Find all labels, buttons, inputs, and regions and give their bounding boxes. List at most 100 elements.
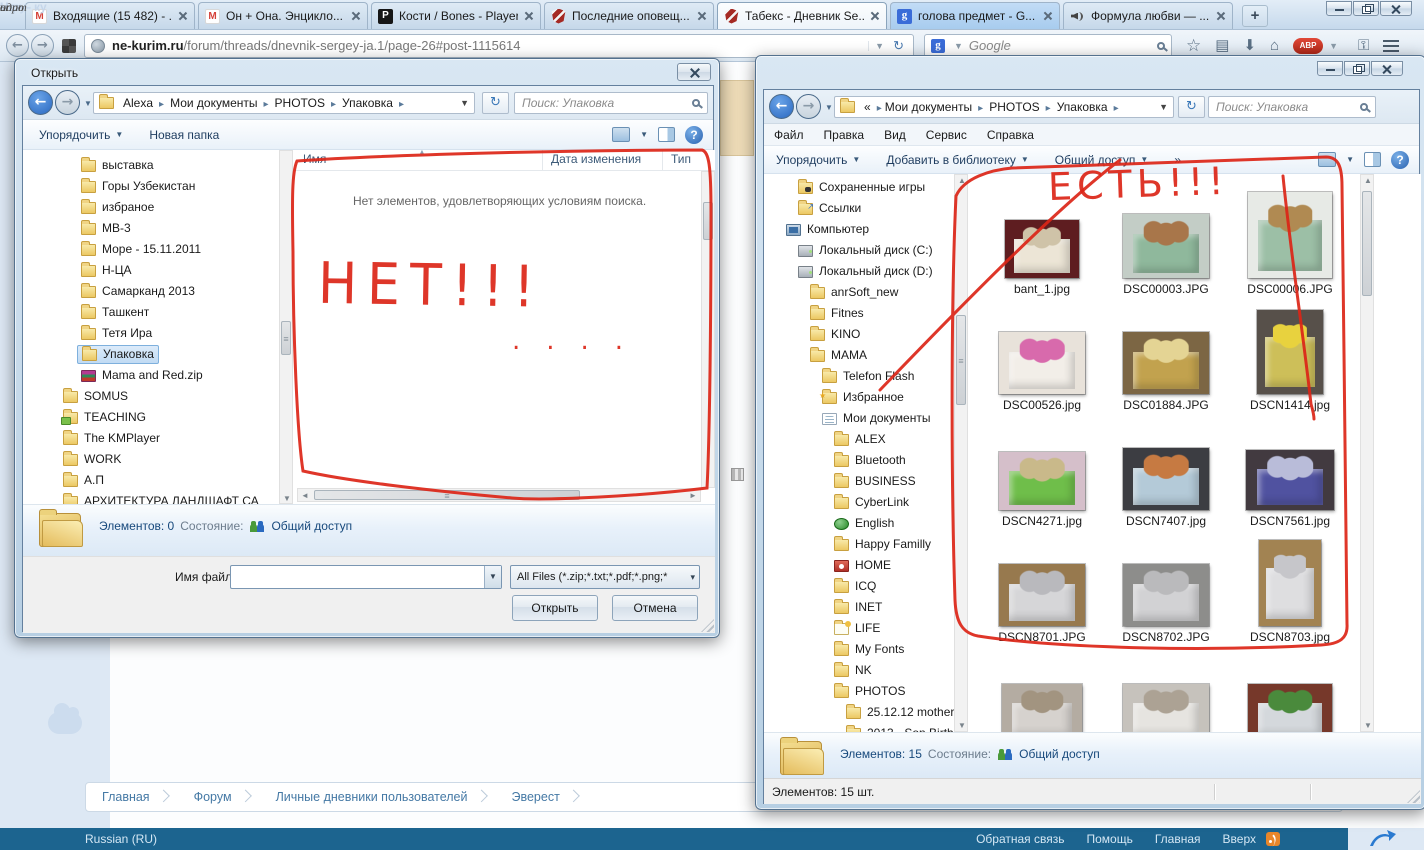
tree-item-row[interactable]: anrSoft_new [810, 283, 898, 302]
adblock-dropdown-icon[interactable]: ▼ [1323, 41, 1344, 51]
forum-breadcrumb-link[interactable]: Эверест [496, 790, 588, 804]
scroll-up-icon[interactable]: ▲ [1361, 176, 1375, 185]
tree-item[interactable]: Ташкент [23, 303, 279, 324]
cancel-button[interactable]: Отмена [612, 595, 698, 621]
scroll-up-icon[interactable]: ▲ [955, 176, 969, 185]
scrollbar-thumb[interactable] [703, 202, 713, 240]
breadcrumb-dropdown-icon[interactable]: ▼ [454, 98, 469, 108]
minimize-button[interactable] [1326, 1, 1352, 16]
forum-breadcrumb-link[interactable]: Форум [178, 790, 260, 804]
home-icon[interactable]: ⌂ [1270, 38, 1279, 53]
file-item[interactable]: bant_1.jpg [980, 182, 1104, 298]
tree-item[interactable]: anrSoft_new [764, 283, 954, 304]
tree-item-row[interactable]: HOME [834, 556, 891, 575]
tree-item[interactable]: 25.12.12 mother_ [764, 703, 954, 724]
tree-item-row[interactable]: Тетя Ира [81, 324, 152, 343]
tree-item-row[interactable]: Ташкент [81, 303, 149, 322]
tree-item[interactable]: Telefon Flash [764, 367, 954, 388]
tab-groups-icon[interactable] [62, 39, 76, 53]
scrollbar-thumb[interactable] [1362, 191, 1372, 296]
search-icon[interactable] [692, 99, 700, 107]
breadcrumb-segment[interactable]: Мои документы [882, 100, 986, 114]
tree-item-row[interactable]: 2013 - Son Birthd [846, 724, 954, 732]
tree-item[interactable]: Fitnes [764, 304, 954, 325]
files-scrollbar[interactable]: ▲ ▼ [1360, 174, 1374, 732]
file-item[interactable]: DSC00006.JPG [1228, 182, 1352, 298]
browser-tab[interactable]: голова предмет - G... [890, 2, 1060, 29]
column-name[interactable]: Имя▲ [295, 150, 543, 170]
resize-grip[interactable] [701, 619, 714, 632]
tree-item[interactable]: Тетя Ира [23, 324, 279, 345]
refresh-button[interactable]: ↻ [1178, 96, 1205, 118]
breadcrumb-segment[interactable]: Упаковка [1054, 100, 1122, 114]
bookmark-star-icon[interactable]: ☆ [1186, 37, 1201, 54]
tree-item-row[interactable]: SOMUS [63, 387, 128, 406]
tree-item[interactable]: А.П [23, 471, 279, 492]
history-dropdown-icon[interactable]: ▼ [825, 103, 833, 112]
forum-breadcrumb-link[interactable]: Личные дневники пользователей [260, 790, 496, 804]
filename-input[interactable]: ▼ [230, 565, 502, 589]
tree-item[interactable]: избраное [23, 198, 279, 219]
tree-item[interactable]: CyberLink [764, 493, 954, 514]
scrollbar-thumb[interactable] [314, 490, 580, 500]
menu-item[interactable]: Правка [814, 128, 875, 142]
tree-item[interactable]: Упаковка [23, 345, 279, 366]
tree-item[interactable]: выставка [23, 156, 279, 177]
tree-item-row[interactable]: избраное [81, 198, 154, 217]
tree-item[interactable]: Н-ЦА [23, 261, 279, 282]
file-area-hscrollbar[interactable]: ◄ ► [297, 488, 701, 502]
tab-close-icon[interactable] [1043, 11, 1053, 21]
tree-item-row[interactable]: Компьютер [786, 220, 869, 239]
explorer-breadcrumb[interactable]: « Мои документыPHOTOSУпаковка ▼ [834, 96, 1174, 118]
breadcrumb-segment[interactable]: Мои документы [167, 96, 271, 110]
tree-item-row[interactable]: WORK [63, 450, 121, 469]
tree-item-row[interactable]: ICQ [834, 577, 876, 596]
file-item[interactable]: DSCN4271.jpg [980, 414, 1104, 530]
tree-scrollbar[interactable]: ▲ ▼ [954, 174, 968, 732]
share-button[interactable]: Общий доступ▼ [1055, 153, 1149, 167]
tree-item[interactable]: NK [764, 661, 954, 682]
maximize-button[interactable] [1344, 61, 1370, 76]
history-dropdown-icon[interactable]: ▼ [84, 99, 92, 108]
tree-item-row[interactable]: Сохраненные игры [798, 178, 925, 197]
tree-item-row[interactable]: ALEX [834, 430, 886, 449]
tree-item-row[interactable]: The KMPlayer [63, 429, 160, 448]
dialog-forward-button[interactable]: → [55, 90, 80, 115]
organize-button[interactable]: Упорядочить▼ [39, 128, 123, 142]
tree-item[interactable]: 2013 - Son Birthd [764, 724, 954, 732]
browser-tab[interactable]: Последние оповещ... [544, 2, 714, 29]
tree-item-row[interactable]: TEACHING [63, 408, 146, 427]
tree-item-row[interactable]: My Fonts [834, 640, 904, 659]
tab-close-icon[interactable] [870, 11, 880, 21]
breadcrumb-segment[interactable]: PHOTOS [272, 96, 340, 110]
tree-item[interactable]: Happy Familly [764, 535, 954, 556]
views-icon[interactable] [612, 127, 630, 142]
help-icon[interactable]: ? [685, 126, 703, 144]
tree-item[interactable]: INET [764, 598, 954, 619]
tree-item[interactable]: WORK [23, 450, 279, 471]
tree-item[interactable]: SOMUS [23, 387, 279, 408]
preview-pane-icon[interactable] [658, 127, 675, 142]
file-item[interactable]: DSCN7407.jpg [1104, 414, 1228, 530]
tree-item-row[interactable]: Упаковка [77, 345, 159, 364]
file-item[interactable] [1104, 646, 1228, 732]
browser-tab[interactable]: Табекс - Дневник Se... [717, 2, 887, 29]
bookmarks-menu-icon[interactable]: ▤ [1215, 38, 1229, 53]
downloads-icon[interactable]: ⬇ [1243, 38, 1256, 53]
preview-pane-icon[interactable] [1364, 152, 1381, 167]
explorer-forward-button[interactable]: → [796, 94, 821, 119]
tree-scrollbar[interactable]: ▼ [279, 150, 293, 504]
menu-item[interactable]: Сервис [916, 128, 977, 142]
tree-item-row[interactable]: MB-3 [81, 219, 131, 238]
tree-item-row[interactable]: INET [834, 598, 882, 617]
close-button[interactable] [1380, 1, 1412, 16]
organize-button[interactable]: Упорядочить▼ [776, 153, 860, 167]
views-icon[interactable] [1318, 152, 1336, 167]
tree-item-row[interactable]: Happy Familly [834, 535, 931, 554]
tree-item-row[interactable]: А.П [63, 471, 104, 490]
browser-tab[interactable]: Кости / Bones - Player [371, 2, 541, 29]
tree-item-row[interactable]: PHOTOS [834, 682, 905, 701]
footer-link[interactable]: Обратная связь [976, 832, 1064, 846]
dialog-back-button[interactable]: ← [28, 90, 53, 115]
browser-forward-button[interactable]: → [31, 34, 54, 57]
